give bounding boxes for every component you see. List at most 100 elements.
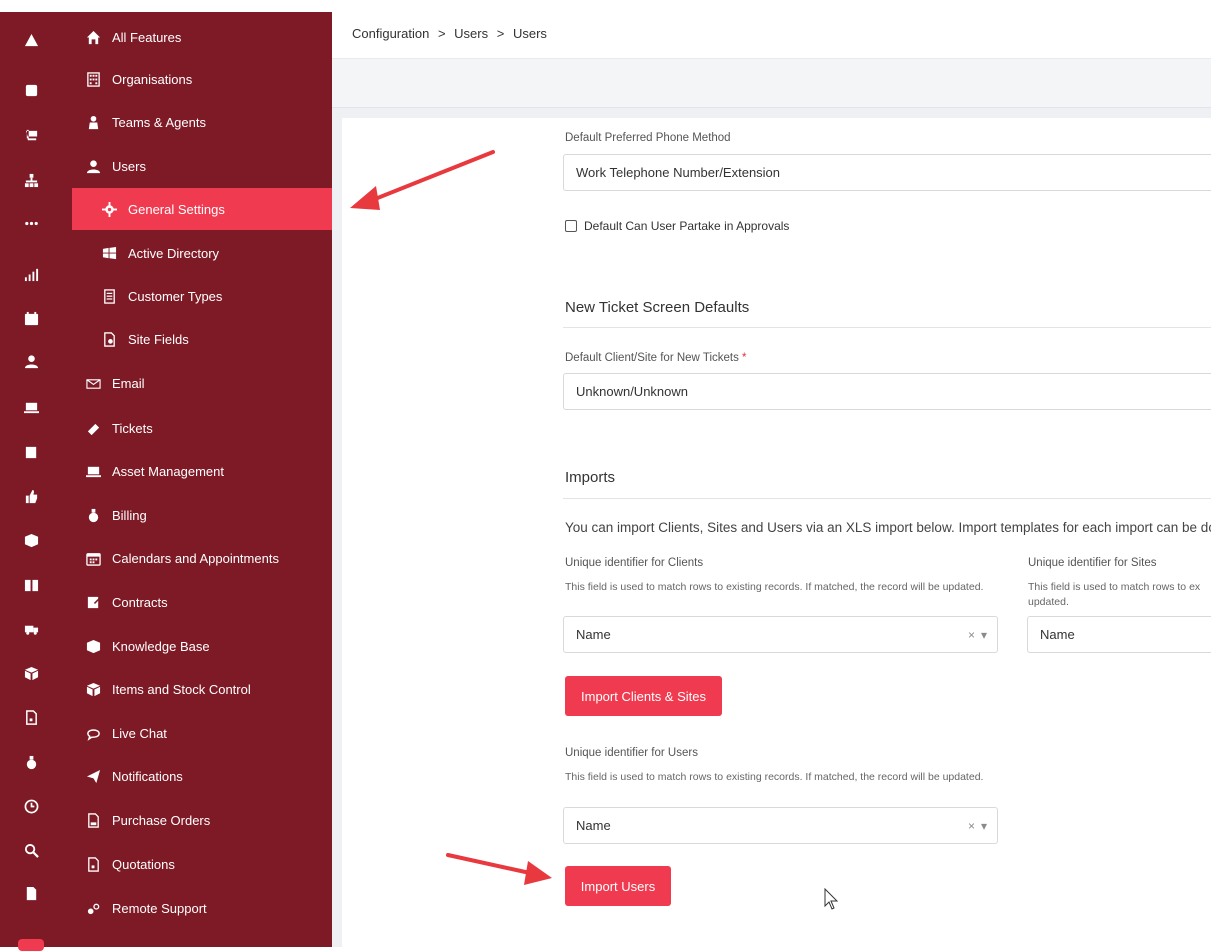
toolbar-strip bbox=[332, 58, 1211, 108]
money-bag-icon[interactable] bbox=[0, 750, 62, 774]
rail-active-chip[interactable] bbox=[18, 939, 44, 951]
po-doc-icon bbox=[84, 812, 102, 828]
clear-icon[interactable]: × bbox=[968, 628, 975, 642]
quote-doc-icon[interactable] bbox=[0, 705, 62, 729]
import-clients-sites-button[interactable]: Import Clients & Sites bbox=[565, 676, 722, 716]
sidebar-item-live-chat[interactable]: Live Chat bbox=[62, 712, 332, 754]
book-icon[interactable] bbox=[0, 573, 62, 597]
sidebar-top-gap bbox=[62, 0, 332, 12]
sidebar-item-label: Organisations bbox=[112, 71, 193, 87]
sidebar-item-teams-agents[interactable]: Teams & Agents bbox=[62, 101, 332, 143]
calendar-icon bbox=[84, 550, 102, 566]
chevron-down-icon[interactable]: ▾ bbox=[981, 819, 987, 833]
clear-icon[interactable]: × bbox=[968, 819, 975, 833]
sidebar-item-customer-types[interactable]: Customer Types bbox=[62, 275, 332, 317]
hierarchy-icon[interactable] bbox=[0, 168, 62, 192]
site-field-icon bbox=[100, 331, 118, 347]
sidebar-item-quotations[interactable]: Quotations bbox=[62, 843, 332, 885]
team-icon bbox=[84, 114, 102, 130]
sidebar-item-label: Tickets bbox=[112, 420, 153, 436]
sidebar-item-label: Active Directory bbox=[128, 245, 220, 261]
sidebar-item-notifications[interactable]: Notifications bbox=[62, 755, 332, 797]
sidebar-item-asset-management[interactable]: Asset Management bbox=[62, 450, 332, 492]
sidebar-item-calendars-and-appointments[interactable]: Calendars and Appointments bbox=[62, 537, 332, 579]
box-icon[interactable] bbox=[0, 528, 62, 552]
clients-identifier-select[interactable]: Name × ▾ bbox=[563, 616, 998, 653]
sidebar-item-label: Contracts bbox=[112, 594, 168, 610]
sidebar-item-billing[interactable]: Billing bbox=[62, 494, 332, 536]
sidebar-item-label: Notifications bbox=[112, 768, 183, 784]
imports-description: You can import Clients, Sites and Users … bbox=[565, 520, 1211, 535]
contract-icon bbox=[84, 594, 102, 610]
sidebar-item-contracts[interactable]: Contracts bbox=[62, 581, 332, 623]
contract-icon[interactable] bbox=[0, 440, 62, 464]
sidebar-item-label: Customer Types bbox=[128, 288, 223, 304]
default-client-site-label-text: Default Client/Site for New Tickets bbox=[565, 352, 739, 364]
phone-method-select[interactable]: Work Telephone Number/Extension bbox=[563, 154, 1211, 191]
approvals-checkbox[interactable] bbox=[565, 220, 577, 232]
calendar-icon[interactable] bbox=[0, 306, 62, 330]
cube-icon bbox=[84, 681, 102, 697]
sidebar-item-items-and-stock-control[interactable]: Items and Stock Control bbox=[62, 668, 332, 710]
clients-identifier-help: This field is used to match rows to exis… bbox=[565, 581, 984, 593]
mouse-cursor-icon bbox=[824, 888, 839, 910]
sidebar-item-general-settings[interactable]: General Settings bbox=[72, 188, 332, 230]
cart-icon[interactable] bbox=[0, 123, 62, 147]
sidebar-item-tickets[interactable]: Tickets bbox=[62, 407, 332, 449]
sidebar-item-email[interactable]: Email bbox=[62, 362, 332, 404]
sidebar-item-organisations[interactable]: Organisations bbox=[62, 58, 332, 100]
sidebar-item-label: Asset Management bbox=[112, 463, 225, 479]
sidebar-item-users[interactable]: Users bbox=[62, 145, 332, 187]
sites-identifier-value: Name bbox=[1040, 627, 1075, 642]
breadcrumb-item-configuration[interactable]: Configuration bbox=[352, 26, 429, 41]
money-bag-icon bbox=[84, 507, 102, 523]
phone-method-value: Work Telephone Number/Extension bbox=[576, 165, 781, 180]
default-client-site-field[interactable]: Unknown/Unknown bbox=[563, 373, 1211, 410]
cube-icon[interactable] bbox=[0, 661, 62, 685]
laptop-icon bbox=[84, 463, 102, 479]
sidebar-item-purchase-orders[interactable]: Purchase Orders bbox=[62, 799, 332, 841]
clock-icon[interactable] bbox=[0, 794, 62, 818]
sidebar-item-remote-support[interactable]: Remote Support bbox=[62, 887, 332, 929]
default-client-site-value: Unknown/Unknown bbox=[576, 384, 689, 399]
document-icon[interactable] bbox=[0, 881, 62, 905]
annotation-arrow-icon bbox=[446, 853, 552, 885]
sidebar-item-all-features[interactable]: All Features bbox=[62, 16, 332, 58]
sidebar-item-label: Purchase Orders bbox=[112, 812, 211, 828]
users-identifier-select[interactable]: Name × ▾ bbox=[563, 807, 998, 844]
breadcrumb-separator: > bbox=[496, 26, 505, 41]
clients-identifier-label: Unique identifier for Clients bbox=[565, 557, 704, 569]
sidebar-item-label: Knowledge Base bbox=[112, 638, 210, 654]
sidebar-item-label: Remote Support bbox=[112, 900, 207, 916]
sites-identifier-select[interactable]: Name bbox=[1027, 616, 1211, 653]
default-client-site-label: Default Client/Site for New Tickets * bbox=[565, 352, 747, 364]
chat-icon bbox=[84, 725, 102, 741]
warning-icon[interactable] bbox=[0, 28, 62, 52]
sidebar-item-site-fields[interactable]: Site Fields bbox=[62, 318, 332, 360]
more-icon[interactable] bbox=[0, 211, 62, 235]
search-icon[interactable] bbox=[0, 838, 62, 862]
building-icon bbox=[84, 71, 102, 87]
gear-icon bbox=[100, 201, 118, 217]
phone-method-label: Default Preferred Phone Method bbox=[565, 132, 731, 144]
edit-icon[interactable] bbox=[0, 78, 62, 102]
imports-section-title: Imports bbox=[565, 469, 616, 486]
laptop-icon[interactable] bbox=[0, 395, 62, 419]
paper-plane-icon bbox=[84, 768, 102, 784]
chevron-down-icon[interactable]: ▾ bbox=[981, 628, 987, 642]
chart-icon[interactable] bbox=[0, 262, 62, 286]
breadcrumb-item-users[interactable]: Users bbox=[454, 26, 488, 41]
sidebar-item-label: All Features bbox=[112, 29, 182, 45]
section-divider bbox=[563, 498, 1211, 499]
sites-identifier-help-line2: updated. bbox=[1028, 596, 1069, 608]
sidebar-item-knowledge-base[interactable]: Knowledge Base bbox=[62, 625, 332, 667]
thumbs-up-icon[interactable] bbox=[0, 484, 62, 508]
approvals-checkbox-row[interactable]: Default Can User Partake in Approvals bbox=[565, 219, 789, 233]
user-icon[interactable] bbox=[0, 349, 62, 373]
import-users-button[interactable]: Import Users bbox=[565, 866, 671, 906]
clients-identifier-value: Name bbox=[576, 627, 611, 642]
approvals-checkbox-label: Default Can User Partake in Approvals bbox=[584, 219, 790, 233]
sidebar-item-label: Live Chat bbox=[112, 725, 167, 741]
truck-icon[interactable] bbox=[0, 617, 62, 641]
sidebar-item-active-directory[interactable]: Active Directory bbox=[62, 232, 332, 274]
